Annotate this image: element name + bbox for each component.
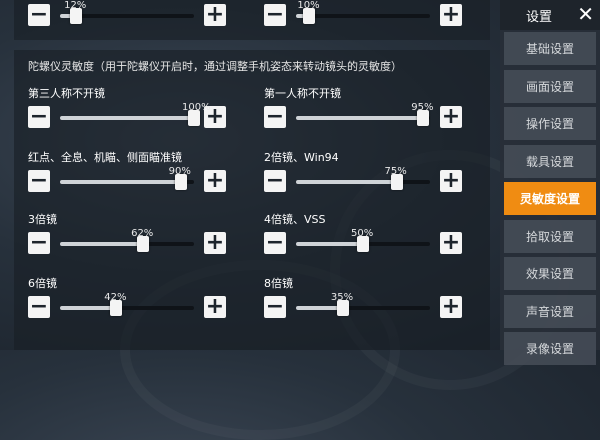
sidebar-item[interactable]: 录像设置	[504, 332, 596, 365]
increase-button[interactable]: +	[204, 4, 226, 26]
sidebar-item[interactable]: 载具设置	[504, 144, 596, 178]
sidebar-item[interactable]: 画面设置	[504, 69, 596, 103]
slider-fill	[296, 306, 343, 310]
increase-button[interactable]: +	[440, 232, 462, 254]
top-slider: − +10%	[264, 0, 462, 28]
sensitivity-slider: − +75%	[264, 166, 462, 194]
decrease-button[interactable]: −	[28, 170, 50, 192]
slider-value: 12%	[64, 0, 87, 11]
close-icon[interactable]: ✕	[577, 3, 594, 25]
slider-label: 6倍镜	[28, 277, 57, 290]
increase-button[interactable]: +	[204, 170, 226, 192]
slider-track[interactable]: 62%	[60, 228, 194, 252]
sidebar-item[interactable]: 基础设置	[504, 32, 596, 65]
slider-value: 75%	[384, 166, 407, 177]
slider-fill	[296, 116, 424, 120]
slider-track[interactable]: 95%	[296, 102, 434, 126]
slider-fill	[60, 116, 194, 120]
slider-track[interactable]: 35%	[296, 292, 430, 316]
sensitivity-slider: − +100%	[28, 102, 226, 130]
decrease-button[interactable]: −	[264, 106, 286, 128]
settings-sidebar: 设置 ✕ 基础设置画面设置操作设置载具设置灵敏度设置拾取设置效果设置声音设置录像…	[500, 0, 600, 365]
slider-value: 50%	[351, 228, 374, 239]
decrease-button[interactable]: −	[28, 296, 50, 318]
slider-label: 2倍镜、Win94	[264, 151, 339, 164]
slider-value: 100%	[182, 102, 211, 113]
sidebar-item[interactable]: 效果设置	[504, 257, 596, 290]
slider-value: 10%	[297, 0, 320, 11]
sidebar-item[interactable]: 声音设置	[504, 294, 596, 328]
slider-track[interactable]: 100%	[60, 102, 211, 126]
slider-value: 90%	[168, 166, 191, 177]
top-slider: − +12%	[28, 0, 226, 28]
slider-fill	[60, 306, 117, 310]
slider-label: 8倍镜	[264, 277, 293, 290]
slider-track[interactable]: 75%	[296, 166, 430, 190]
increase-button[interactable]: +	[440, 106, 462, 128]
decrease-button[interactable]: −	[28, 4, 50, 26]
slider-fill	[296, 242, 363, 246]
slider-fill	[296, 180, 397, 184]
slider-fill	[60, 180, 181, 184]
slider-track[interactable]: 50%	[296, 228, 430, 252]
slider-track[interactable]: 10%	[296, 0, 430, 24]
slider-value: 62%	[131, 228, 154, 239]
increase-button[interactable]: +	[204, 232, 226, 254]
slider-value: 42%	[104, 292, 127, 303]
sidebar-item[interactable]: 拾取设置	[504, 219, 596, 253]
increase-button[interactable]: +	[440, 296, 462, 318]
decrease-button[interactable]: −	[264, 170, 286, 192]
slider-label: 红点、全息、机瞄、侧面瞄准镜	[28, 151, 182, 164]
increase-button[interactable]: +	[440, 170, 462, 192]
sidebar-header: 设置 ✕	[500, 0, 600, 30]
sidebar-item[interactable]: 灵敏度设置	[504, 182, 596, 215]
slider-label: 4倍镜、VSS	[264, 213, 326, 226]
decrease-button[interactable]: −	[264, 232, 286, 254]
increase-button[interactable]: +	[440, 4, 462, 26]
sensitivity-slider: − +90%	[28, 166, 226, 194]
slider-track[interactable]: 42%	[60, 292, 194, 316]
sensitivity-slider: − +42%	[28, 292, 226, 320]
slider-label: 3倍镜	[28, 213, 57, 226]
slider-track[interactable]: 12%	[60, 0, 194, 24]
decrease-button[interactable]: −	[28, 106, 50, 128]
slider-label: 第三人称不开镜	[28, 87, 105, 100]
section-title: 陀螺仪灵敏度（用于陀螺仪开启时，通过调整手机姿态来转动镜头的灵敏度）	[28, 60, 402, 73]
sensitivity-slider: − +62%	[28, 228, 226, 256]
slider-label: 第一人称不开镜	[264, 87, 341, 100]
sidebar-item[interactable]: 操作设置	[504, 107, 596, 140]
decrease-button[interactable]: −	[264, 296, 286, 318]
increase-button[interactable]: +	[204, 296, 226, 318]
sensitivity-slider: − +95%	[264, 102, 462, 130]
sensitivity-slider: − +35%	[264, 292, 462, 320]
decrease-button[interactable]: −	[28, 232, 50, 254]
decrease-button[interactable]: −	[264, 4, 286, 26]
slider-fill	[60, 242, 144, 246]
slider-value: 35%	[330, 292, 354, 303]
slider-track[interactable]: 90%	[60, 166, 194, 190]
slider-value: 95%	[411, 102, 434, 113]
sensitivity-slider: − +50%	[264, 228, 462, 256]
sidebar-title: 设置	[526, 10, 553, 25]
